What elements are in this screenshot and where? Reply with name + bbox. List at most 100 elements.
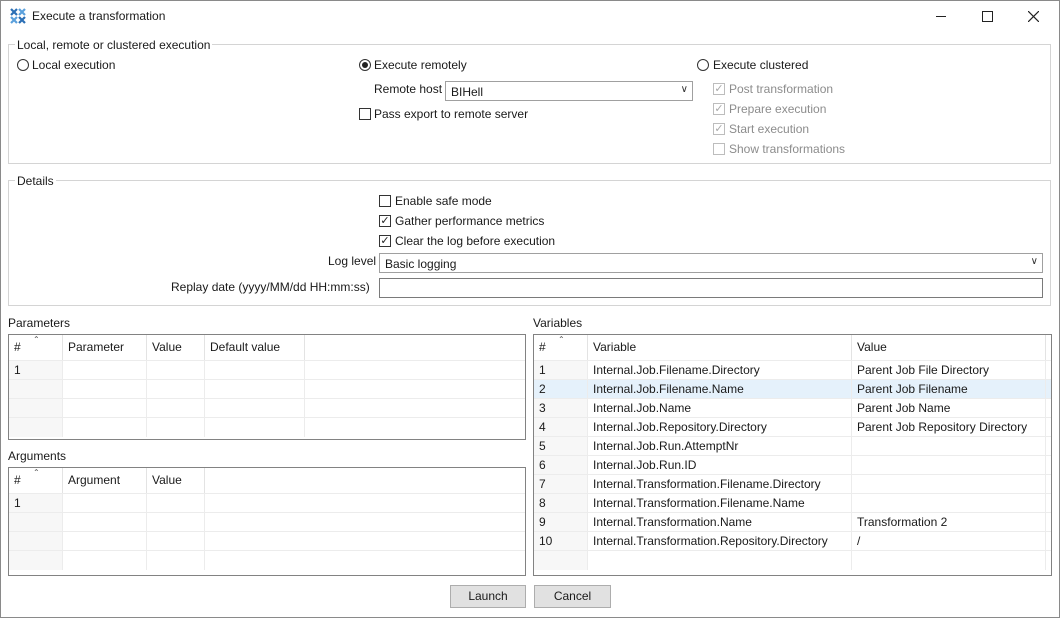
table-row[interactable]: 7 Internal.Transformation.Filename.Direct…	[534, 474, 1051, 494]
safe-mode-checkbox[interactable]	[379, 195, 391, 207]
value-cell[interactable]	[147, 494, 205, 513]
value-cell[interactable]: Parent Job Filename	[852, 380, 1046, 399]
empty-cell	[205, 380, 305, 399]
remote-host-value: BIHell	[451, 85, 484, 99]
variable-cell[interactable]: Internal.Job.Run.AttemptNr	[588, 437, 852, 456]
pass-export-checkbox[interactable]	[359, 108, 371, 120]
prepare-execution-label: Prepare execution	[729, 102, 827, 116]
table-row	[9, 379, 525, 399]
close-button[interactable]	[1010, 1, 1056, 31]
column-header[interactable]: Value	[147, 468, 205, 493]
value-cell[interactable]	[147, 361, 205, 380]
start-execution-checkbox[interactable]: ✓	[713, 123, 725, 135]
parameter-cell[interactable]	[63, 361, 147, 380]
table-row[interactable]: 2 Internal.Job.Filename.Name Parent Job Fi…	[534, 379, 1051, 399]
empty-cell	[63, 513, 147, 532]
variable-cell[interactable]: Internal.Job.Repository.Directory	[588, 418, 852, 437]
table-row[interactable]: 1	[9, 360, 525, 380]
value-cell[interactable]: Parent Job Repository Directory	[852, 418, 1046, 437]
table-row[interactable]: 5 Internal.Job.Run.AttemptNr	[534, 436, 1051, 456]
pass-export-label[interactable]: Pass export to remote server	[374, 107, 528, 121]
variable-cell[interactable]: Internal.Job.Run.ID	[588, 456, 852, 475]
empty-cell	[147, 551, 205, 570]
table-row[interactable]: 8 Internal.Transformation.Filename.Name	[534, 493, 1051, 513]
clear-log-checkbox[interactable]: ✓	[379, 235, 391, 247]
remote-execution-radio[interactable]	[359, 59, 371, 71]
value-cell[interactable]: Parent Job File Directory	[852, 361, 1046, 380]
value-cell[interactable]: Parent Job Name	[852, 399, 1046, 418]
minimize-icon	[936, 15, 946, 17]
column-header[interactable]: Parameter	[63, 335, 147, 360]
performance-metrics-checkbox[interactable]: ✓	[379, 215, 391, 227]
clear-log-label[interactable]: Clear the log before execution	[395, 234, 555, 248]
cancel-button[interactable]: Cancel	[534, 585, 611, 608]
empty-cell	[63, 532, 147, 551]
replay-date-input[interactable]	[379, 278, 1043, 298]
table-row[interactable]: 4 Internal.Job.Repository.Directory Parent…	[534, 417, 1051, 437]
table-row	[9, 398, 525, 418]
row-number: 2	[534, 380, 588, 399]
local-execution-radio[interactable]	[17, 59, 29, 71]
column-header[interactable]: Variable	[588, 335, 852, 360]
row-number: 1	[9, 494, 63, 513]
log-level-select[interactable]: Basic logging ∨	[379, 253, 1043, 273]
variable-cell[interactable]: Internal.Job.Name	[588, 399, 852, 418]
arguments-label: Arguments	[8, 449, 67, 463]
close-icon	[1027, 10, 1039, 22]
empty-cell	[588, 551, 852, 570]
value-cell[interactable]	[852, 456, 1046, 475]
empty-cell	[147, 532, 205, 551]
empty-cell	[534, 551, 588, 570]
empty-cell	[63, 399, 147, 418]
table-row	[9, 531, 525, 551]
minimize-button[interactable]	[918, 1, 964, 31]
argument-cell[interactable]	[63, 494, 147, 513]
remote-execution-label[interactable]: Execute remotely	[374, 58, 467, 72]
row-number: 1	[9, 361, 63, 380]
clustered-execution-radio[interactable]	[697, 59, 709, 71]
column-header[interactable]: Argument	[63, 468, 147, 493]
table-row[interactable]: 9 Internal.Transformation.Name Transformat…	[534, 512, 1051, 532]
empty-cell	[63, 380, 147, 399]
row-number-empty	[9, 513, 63, 532]
value-cell[interactable]	[852, 437, 1046, 456]
default-value-cell[interactable]	[205, 361, 305, 380]
value-cell[interactable]	[852, 494, 1046, 513]
table-row[interactable]: 10 Internal.Transformation.Repository.Dir…	[534, 531, 1051, 551]
prepare-execution-checkbox[interactable]: ✓	[713, 103, 725, 115]
details-group-label: Details	[15, 174, 56, 188]
variable-cell[interactable]: Internal.Transformation.Filename.Name	[588, 494, 852, 513]
variable-cell[interactable]: Internal.Transformation.Repository.Direc…	[588, 532, 852, 551]
row-number: 6	[534, 456, 588, 475]
variable-cell[interactable]: Internal.Transformation.Filename.Directo…	[588, 475, 852, 494]
value-cell[interactable]: Transformation 2	[852, 513, 1046, 532]
variable-cell[interactable]: Internal.Job.Filename.Name	[588, 380, 852, 399]
parameters-table: # ⌃ Parameter Value Default value 1	[8, 334, 526, 440]
table-row[interactable]: 6 Internal.Job.Run.ID	[534, 455, 1051, 475]
sort-arrow-icon: ⌃	[558, 335, 565, 344]
launch-button[interactable]: Launch	[450, 585, 526, 608]
maximize-icon	[981, 10, 993, 22]
remote-host-select[interactable]: BIHell ∨	[445, 81, 693, 101]
safe-mode-label[interactable]: Enable safe mode	[395, 194, 492, 208]
show-transformations-checkbox[interactable]	[713, 143, 725, 155]
variable-cell[interactable]: Internal.Job.Filename.Directory	[588, 361, 852, 380]
column-header[interactable]: Default value	[205, 335, 305, 360]
clustered-execution-label[interactable]: Execute clustered	[713, 58, 808, 72]
variable-cell[interactable]: Internal.Transformation.Name	[588, 513, 852, 532]
performance-metrics-label[interactable]: Gather performance metrics	[395, 214, 544, 228]
table-row	[534, 550, 1051, 570]
table-row[interactable]: 1 Internal.Job.Filename.Directory Parent J…	[534, 360, 1051, 380]
local-execution-label[interactable]: Local execution	[32, 58, 115, 72]
variables-label: Variables	[533, 316, 583, 330]
title-bar: Execute a transformation	[1, 1, 1059, 31]
post-transformation-checkbox[interactable]: ✓	[713, 83, 725, 95]
column-header[interactable]: Value	[852, 335, 1046, 360]
value-cell[interactable]: /	[852, 532, 1046, 551]
table-row[interactable]: 1	[9, 493, 525, 513]
column-header[interactable]: Value	[147, 335, 205, 360]
maximize-button[interactable]	[964, 1, 1010, 31]
table-row[interactable]: 3 Internal.Job.Name Parent Job Name	[534, 398, 1051, 418]
value-cell[interactable]	[852, 475, 1046, 494]
arguments-table: # ⌃ Argument Value 1	[8, 467, 526, 576]
